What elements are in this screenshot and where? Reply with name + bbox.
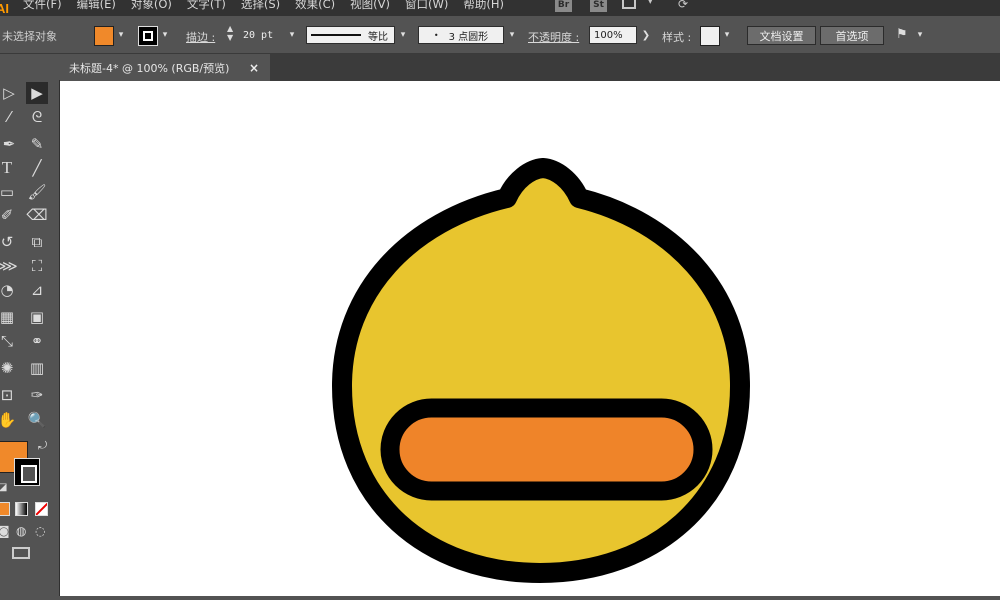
artboard-canvas[interactable] [60,81,1000,596]
gradient-tool-icon[interactable]: ▣ [26,306,48,328]
paintbrush-tool-icon[interactable]: 🖌 [26,181,48,203]
draw-inside-icon[interactable]: ◌ [35,524,45,538]
document-tab-bar: 未标题-4* @ 100% (RGB/预览) × [60,54,1000,81]
stroke-weight-input[interactable]: 20 pt [239,26,284,44]
none-mode-button[interactable] [35,502,48,516]
chevron-down-icon[interactable]: ▾ [648,0,653,7]
brush-definition[interactable]: • 3 点圆形 [418,26,504,44]
stock-button[interactable]: St [590,0,607,12]
default-colors-icon[interactable]: ◪ [0,482,7,493]
fill-swatch[interactable] [94,26,114,46]
column-graph-tool-icon[interactable]: ▥ [26,357,48,379]
menu-effect[interactable]: 效果(C) [295,0,335,12]
draw-behind-icon[interactable]: ◍ [16,524,26,538]
swap-colors-icon[interactable]: ⤾ [38,439,47,453]
bridge-button[interactable]: Br [555,0,572,12]
stroke-color-box[interactable] [14,458,40,486]
menu-object[interactable]: 对象(O) [131,0,172,12]
mesh-tool-icon[interactable]: ▦ [0,306,18,328]
gradient-mode-button[interactable] [15,502,28,516]
sync-icon[interactable]: ⟳ [678,0,688,11]
opacity-input[interactable]: 100% [589,26,637,44]
arrange-dropdown-icon[interactable]: ▾ [913,26,927,44]
tools-panel: ▷ ▶ ⁄ ᘓ ✒ ✎ T ╱ ▭ 🖌 ✐ ⌫ ↺ ⧉ ⋙ ⛶ ◔ ⊿ ▦ ▣ … [0,80,60,596]
line-tool-icon[interactable]: ╱ [26,157,48,179]
curvature-tool-icon[interactable]: ✎ [26,133,48,155]
screen-mode-icon[interactable] [12,547,30,559]
rectangle-tool-icon[interactable]: ▭ [0,181,18,203]
draw-normal-icon[interactable]: ◙ [0,524,10,538]
opacity-label[interactable]: 不透明度 : [528,29,579,45]
menu-select[interactable]: 选择(S) [241,0,280,12]
blend-tool-icon[interactable]: ⚭ [26,330,48,352]
variable-width-profile[interactable]: 等比 [306,26,395,44]
stroke-label[interactable]: 描边 : [186,29,215,45]
zoom-tool-icon[interactable]: 🔍 [26,409,48,431]
menu-help[interactable]: 帮助(H) [463,0,504,12]
arrange-documents-icon[interactable]: ⚑ [896,27,908,42]
eraser-tool-icon[interactable]: ⌫ [26,204,48,226]
menu-window[interactable]: 窗口(W) [405,0,448,12]
selection-tool-icon[interactable]: ▶ [26,82,48,104]
pen-tool-icon[interactable]: ✒ [0,133,20,155]
menu-bar: AI 文件(F) 编辑(E) 对象(O) 文字(T) 选择(S) 效果(C) 视… [0,0,1000,16]
lasso-tool-icon[interactable]: ᘓ [26,106,48,128]
preferences-button[interactable]: 首选项 [820,26,884,45]
stroke-swatch[interactable] [138,26,158,46]
magic-wand-tool-icon[interactable]: ⁄ [0,106,20,128]
hand-tool-icon[interactable]: ✋ [0,409,18,431]
graphic-style-swatch[interactable] [700,26,720,46]
profile-label: 等比 [368,31,388,43]
shaper-tool-icon[interactable]: ✐ [0,204,18,226]
stroke-weight-stepper[interactable]: ▲ ▼ [227,24,233,42]
type-tool-icon[interactable]: T [0,157,18,179]
menu-view[interactable]: 视图(V) [350,0,390,12]
document-setup-button[interactable]: 文档设置 [747,26,816,45]
perspective-grid-tool-icon[interactable]: ⊿ [26,279,48,301]
brush-dropdown-icon[interactable]: ▾ [505,26,519,44]
style-dropdown-icon[interactable]: ▾ [720,26,734,44]
width-tool-icon[interactable]: ⋙ [0,255,18,277]
close-tab-icon[interactable]: × [249,61,259,75]
color-mode-button[interactable] [0,502,10,516]
fill-dropdown-icon[interactable]: ▾ [114,26,128,44]
rotate-tool-icon[interactable]: ↺ [0,231,18,253]
workspace-layout-icon[interactable] [622,0,636,9]
selection-status: 未选择对象 [2,30,57,43]
brush-label: 3 点圆形 [448,31,489,43]
character-mouth[interactable] [380,398,713,501]
eyedropper-tool-icon[interactable]: ⤡ [0,330,18,352]
control-bar: 未选择对象 ▾ ▾ 描边 : ▲ ▼ 20 pt ▾ 等比 ▾ • 3 点圆形 ▾… [0,16,1000,54]
stroke-weight-dropdown-icon[interactable]: ▾ [285,26,299,44]
menu-edit[interactable]: 编辑(E) [77,0,116,12]
scale-tool-icon[interactable]: ⧉ [26,231,48,253]
style-label: 样式 : [662,31,692,44]
document-tab[interactable]: 未标题-4* @ 100% (RGB/预览) × [60,54,270,81]
artwork-svg [332,158,750,583]
slice-tool-icon[interactable]: ✑ [26,384,48,406]
opacity-expand-icon[interactable]: ❯ [639,26,653,44]
free-transform-tool-icon[interactable]: ⛶ [26,255,48,277]
document-title: 未标题-4* @ 100% (RGB/预览) [69,61,230,75]
stroke-dropdown-icon[interactable]: ▾ [158,26,172,44]
menu-file[interactable]: 文件(F) [23,0,62,12]
shape-builder-tool-icon[interactable]: ◔ [0,279,18,301]
character-body-outline[interactable] [332,158,750,583]
menu-type[interactable]: 文字(T) [187,0,226,12]
symbol-sprayer-tool-icon[interactable]: ✺ [0,357,18,379]
app-logo: AI [0,0,9,16]
direct-selection-tool-icon[interactable]: ▷ [0,82,20,104]
artboard-tool-icon[interactable]: ⊡ [0,384,18,406]
profile-dropdown-icon[interactable]: ▾ [396,26,410,44]
